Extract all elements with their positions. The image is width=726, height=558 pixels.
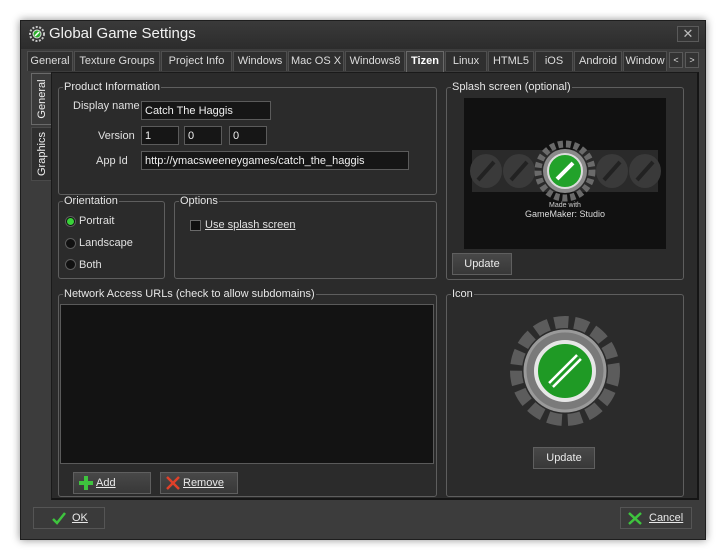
version-label: Version <box>98 130 135 142</box>
window-title: Global Game Settings <box>49 25 196 42</box>
close-icon: ✕ <box>682 26 694 41</box>
use-splash-screen-label: Use splash screen <box>205 219 296 231</box>
checkmark-icon <box>52 512 66 525</box>
tab-scroll-left-button[interactable]: < <box>669 52 683 68</box>
app-icon-preview <box>510 316 620 426</box>
icon-update-button[interactable]: Update <box>533 447 595 469</box>
splash-screen-title: Splash screen (optional) <box>451 81 572 93</box>
cancel-x-icon <box>628 512 642 525</box>
ok-label: OK <box>72 512 88 524</box>
tab-windows8[interactable]: Windows8 <box>345 51 405 71</box>
ok-button[interactable]: OK <box>33 507 105 529</box>
tab-html5[interactable]: HTML5 <box>488 51 534 71</box>
splash-caption-line2: GameMaker: Studio <box>525 209 605 219</box>
title-bar: Global Game Settings ✕ <box>21 21 705 49</box>
options-group: Options <box>174 195 437 279</box>
platform-tab-bar: General Texture Groups Project Info Wind… <box>27 51 699 72</box>
cancel-button[interactable]: Cancel <box>620 507 692 529</box>
version-major-field[interactable] <box>141 126 179 145</box>
side-tab-graphics[interactable]: Graphics <box>31 127 51 181</box>
tab-scroll-right-button[interactable]: > <box>685 52 699 68</box>
version-patch-field[interactable] <box>229 126 267 145</box>
options-title: Options <box>179 195 219 207</box>
add-url-label: Add <box>96 477 116 489</box>
tab-texture-groups[interactable]: Texture Groups <box>74 51 160 71</box>
both-label: Both <box>79 259 102 271</box>
side-tab-general[interactable]: General <box>31 73 51 125</box>
tab-tizen[interactable]: Tizen <box>406 51 444 72</box>
remove-url-label: Remove <box>183 477 224 489</box>
version-minor-field[interactable] <box>184 126 222 145</box>
tab-windows[interactable]: Windows <box>233 51 287 71</box>
plus-icon <box>79 476 93 490</box>
both-radio[interactable] <box>65 259 76 270</box>
network-urls-list[interactable] <box>60 304 434 464</box>
tab-general[interactable]: General <box>27 51 73 71</box>
app-id-label: App Id <box>96 155 128 167</box>
orientation-title: Orientation <box>63 195 119 207</box>
splash-screen-preview: Made with GameMaker: Studio <box>464 98 666 249</box>
add-url-button[interactable]: Add <box>73 472 151 494</box>
tab-linux[interactable]: Linux <box>445 51 487 71</box>
landscape-radio[interactable] <box>65 238 76 249</box>
portrait-radio[interactable] <box>65 216 76 227</box>
network-access-title: Network Access URLs (check to allow subd… <box>63 288 316 300</box>
tab-project-info[interactable]: Project Info <box>161 51 232 71</box>
side-tab-graphics-label: Graphics <box>35 131 48 177</box>
display-name-label: Display name <box>73 100 140 112</box>
gamemaker-splash-logo: Made with GameMaker: Studio <box>470 140 661 219</box>
tab-android[interactable]: Android <box>574 51 622 71</box>
tab-ios[interactable]: iOS <box>535 51 573 71</box>
display-name-field[interactable] <box>141 101 271 120</box>
portrait-label: Portrait <box>79 215 115 227</box>
tab-windows-phone[interactable]: Window <box>623 51 667 71</box>
close-button[interactable]: ✕ <box>677 26 699 42</box>
tab-mac-os-x[interactable]: Mac OS X <box>288 51 344 71</box>
splash-caption-line1: Made with <box>549 202 581 209</box>
cancel-label: Cancel <box>649 512 684 524</box>
app-id-field[interactable] <box>141 151 409 170</box>
remove-x-icon <box>166 476 180 490</box>
splash-update-button[interactable]: Update <box>452 253 512 275</box>
product-information-title: Product Information <box>63 81 161 93</box>
splash-update-label: Update <box>464 258 500 270</box>
remove-url-button[interactable]: Remove <box>160 472 238 494</box>
gamemaker-app-icon <box>29 26 45 42</box>
use-splash-screen-checkbox[interactable] <box>190 220 201 231</box>
icon-update-label: Update <box>546 452 582 464</box>
side-tab-general-label: General <box>35 79 48 119</box>
landscape-label: Landscape <box>79 237 133 249</box>
icon-title: Icon <box>451 288 474 300</box>
